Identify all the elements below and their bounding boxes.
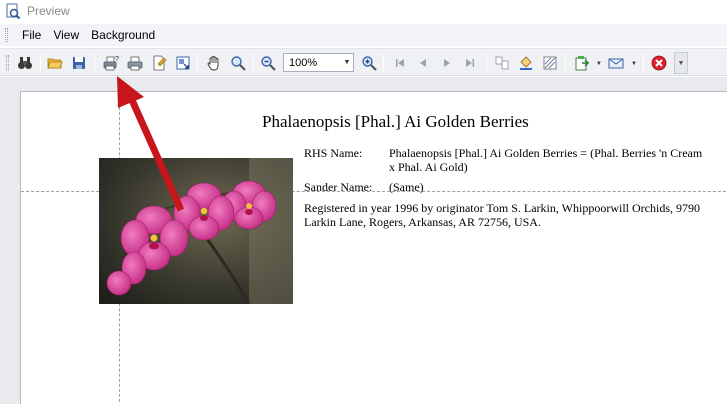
rhs-name-value: Phalaenopsis [Phal.] Ai Golden Berries =… (389, 146, 703, 174)
background-color-button[interactable] (516, 53, 536, 73)
multiple-pages-button[interactable] (492, 53, 512, 73)
window-title: Preview (27, 4, 70, 18)
find-button[interactable] (15, 53, 35, 73)
binoculars-icon (18, 57, 32, 69)
zoom-in-button[interactable] (359, 53, 379, 73)
hand-tool-button[interactable] (204, 53, 224, 73)
open-button[interactable] (45, 53, 65, 73)
zoom-out-icon (261, 56, 276, 71)
watermark-icon (543, 56, 557, 70)
last-page-icon (466, 59, 474, 67)
scale-button[interactable] (173, 53, 193, 73)
toolbar: ? 100% ▼ ▼ ▼ ▼ (0, 48, 727, 76)
toolbar-separator (383, 54, 384, 72)
close-preview-button[interactable] (649, 53, 669, 73)
envelope-icon (608, 58, 624, 69)
first-page-icon (396, 59, 404, 67)
orchid-photo (99, 158, 293, 304)
orchid-image (99, 158, 293, 304)
toolbar-separator (197, 54, 198, 72)
chevron-down-icon[interactable]: ▼ (341, 54, 353, 71)
printer-icon (127, 56, 143, 71)
sander-name-value: (Same) (389, 180, 424, 194)
print-dialog-button[interactable]: ? (101, 53, 121, 73)
document-title: Phalaenopsis [Phal.] Ai Golden Berries (262, 112, 529, 131)
magnifier-button[interactable] (228, 53, 248, 73)
email-dropdown-arrow[interactable]: ▼ (631, 61, 637, 67)
scale-icon (176, 56, 190, 70)
menu-file[interactable]: File (16, 28, 47, 42)
last-page-button[interactable] (460, 53, 480, 73)
previous-page-icon (420, 59, 426, 67)
first-page-button[interactable] (390, 53, 410, 73)
menu-view[interactable]: View (47, 28, 85, 42)
paint-bucket-icon (520, 56, 532, 70)
page-setup-icon (153, 55, 167, 71)
save-button[interactable] (69, 53, 89, 73)
hand-icon (207, 56, 219, 71)
close-icon (651, 55, 667, 71)
zoom-value: 100% (289, 56, 318, 69)
zoom-select[interactable]: 100% ▼ (283, 53, 354, 72)
toolbar-overflow-button[interactable]: ▼ (674, 52, 688, 74)
previous-page-button[interactable] (413, 53, 433, 73)
zoom-in-icon (362, 56, 377, 71)
preview-app-icon (6, 3, 21, 19)
floppy-disk-icon (73, 57, 85, 69)
zoom-out-button[interactable] (258, 53, 278, 73)
sander-name-label: Sander Name: (304, 180, 373, 194)
folder-open-icon (47, 58, 63, 69)
toolbar-separator (643, 54, 644, 72)
magnifier-icon (231, 56, 246, 71)
next-page-button[interactable] (437, 53, 457, 73)
next-page-icon (444, 59, 450, 67)
toolbar-separator (40, 54, 41, 72)
toolbar-separator (565, 54, 566, 72)
export-button[interactable] (572, 53, 592, 73)
quick-print-button[interactable] (125, 53, 145, 73)
toolbar-grip (6, 55, 9, 71)
export-icon (575, 56, 590, 71)
rhs-name-label: RHS Name: (304, 146, 363, 160)
registration-text: Registered in year 1996 by originator To… (304, 201, 700, 229)
multiple-pages-icon (495, 56, 509, 70)
watermark-button[interactable] (540, 53, 560, 73)
send-email-button[interactable] (606, 53, 626, 73)
title-bar: Preview (0, 0, 727, 22)
menu-grip (5, 28, 8, 42)
page-setup-button[interactable] (149, 53, 169, 73)
toolbar-separator (94, 54, 95, 72)
toolbar-separator (253, 54, 254, 72)
menu-bar: File View Background (0, 24, 727, 46)
toolbar-separator (486, 54, 487, 72)
export-dropdown-arrow[interactable]: ▼ (596, 61, 602, 67)
print-dialog-icon: ? (103, 56, 119, 71)
svg-text:?: ? (115, 56, 119, 63)
menu-background[interactable]: Background (85, 28, 161, 42)
